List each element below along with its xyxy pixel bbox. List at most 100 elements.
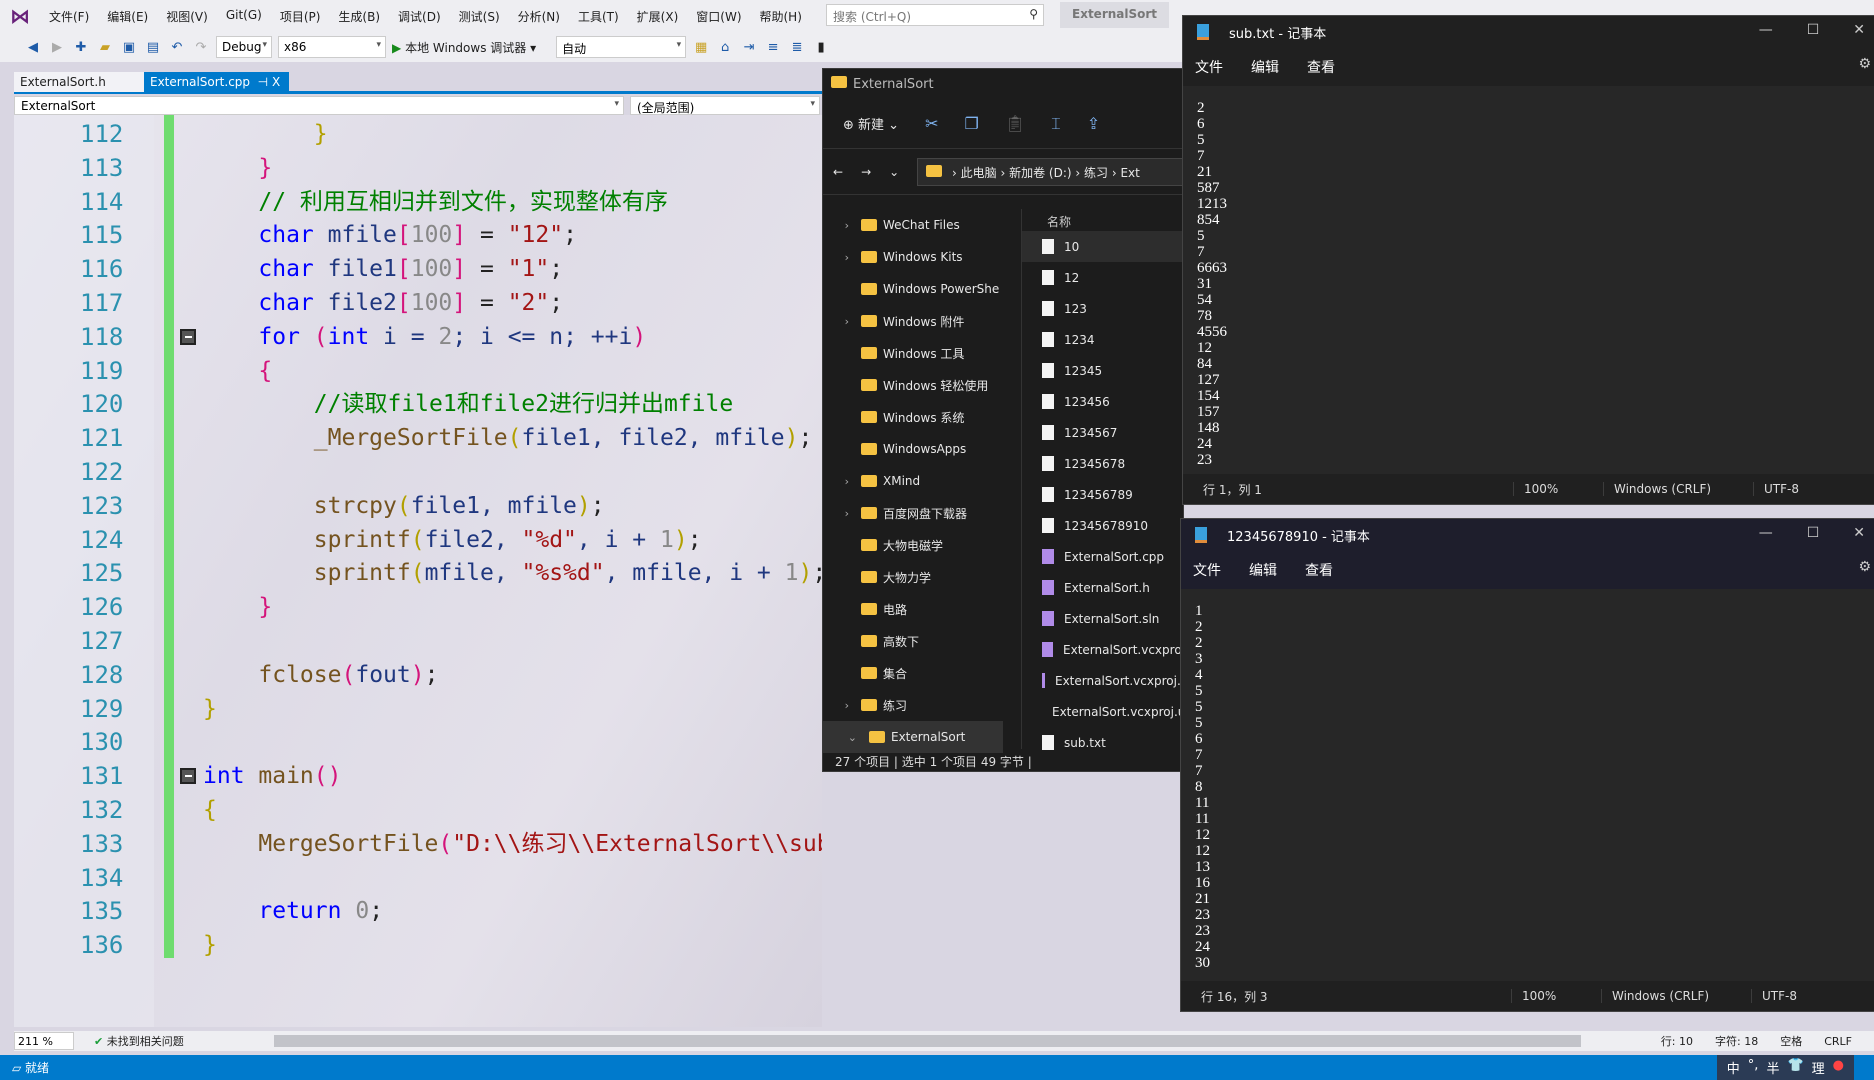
menu-item[interactable]: 工具(T) (569, 8, 628, 25)
menu-item[interactable]: 项目(P) (271, 8, 330, 25)
file-row[interactable]: ExternalSort.cpp (1022, 541, 1183, 572)
menu-edit[interactable]: 编辑 (1251, 57, 1279, 77)
menu-item[interactable]: 调试(D) (389, 8, 450, 25)
file-row[interactable]: 123456789 (1022, 479, 1183, 510)
menu-view[interactable]: 查看 (1305, 560, 1333, 580)
ime-width[interactable]: 半 (1766, 1058, 1779, 1077)
file-row[interactable]: ExternalSort.vcxproj.u (1022, 696, 1183, 727)
file-row[interactable]: 12345 (1022, 355, 1183, 386)
tree-item[interactable]: Windows 轻松使用 (823, 369, 1003, 401)
comment-icon[interactable]: ≡ (764, 40, 782, 55)
back-icon[interactable]: ◀ (24, 40, 42, 55)
menu-edit[interactable]: 编辑 (1249, 560, 1277, 580)
file-row[interactable]: 1234 (1022, 324, 1183, 355)
tree-item[interactable]: 大物电磁学 (823, 529, 1003, 561)
menu-item[interactable]: 视图(V) (157, 8, 217, 25)
paste-icon[interactable]: 📋︎ (1005, 114, 1025, 133)
minimize-icon[interactable]: — (1759, 22, 1773, 38)
skin-icon[interactable]: 👕 (1787, 1058, 1803, 1077)
search-input[interactable]: 搜索 (Ctrl+Q) ⚲ (826, 4, 1044, 26)
menu-item[interactable]: 文件(F) (40, 8, 98, 25)
tree-item[interactable]: › Windows Kits (823, 241, 1003, 273)
tree-item[interactable]: › 练习 (823, 689, 1003, 721)
undo-icon[interactable]: ↶ (168, 40, 186, 55)
file-row[interactable]: 10 (1022, 231, 1183, 262)
menu-file[interactable]: 文件 (1193, 560, 1221, 580)
save-all-icon[interactable]: ▤ (144, 40, 162, 55)
collapse-chevron-icon[interactable]: ⌄ (823, 731, 869, 744)
tree-item[interactable]: 集合 (823, 657, 1003, 689)
file-row[interactable]: ExternalSort.sln (1022, 603, 1183, 634)
tree-item[interactable]: 大物力学 (823, 561, 1003, 593)
issues-indicator[interactable]: ✔ 未找到相关问题 (94, 1033, 264, 1049)
menu-item[interactable]: 编辑(E) (98, 8, 157, 25)
new-item-icon[interactable]: ✚ (72, 40, 90, 55)
whitespace-indicator[interactable]: 空格 (1780, 1033, 1802, 1049)
text-area[interactable]: 1 2 2 3 4 5 5 5 6 7 7 8 11 11 12 12 13 1… (1181, 589, 1874, 973)
settings-gear-icon[interactable]: ⚙ (1858, 559, 1871, 575)
zoom-select[interactable]: 211 % (14, 1032, 74, 1050)
menu-item[interactable]: Git(G) (217, 8, 271, 25)
crumb[interactable]: 练习 (1084, 166, 1108, 180)
open-icon[interactable]: ▰ (96, 40, 114, 55)
expand-chevron-icon[interactable]: › (823, 219, 861, 232)
expand-chevron-icon[interactable]: › (823, 699, 861, 712)
tree-item[interactable]: Windows 系统 (823, 401, 1003, 433)
close-icon[interactable]: ✕ (1853, 22, 1865, 38)
tree-item[interactable]: Windows PowerShe (823, 273, 1003, 305)
file-row[interactable]: 123 (1022, 293, 1183, 324)
close-icon[interactable]: ✕ (1853, 525, 1865, 541)
collapse-toggle-icon[interactable] (180, 328, 196, 345)
ime-lang[interactable]: 中 (1727, 1058, 1740, 1077)
minimize-icon[interactable]: — (1759, 525, 1773, 541)
tree-item[interactable]: 高数下 (823, 625, 1003, 657)
menu-item[interactable]: 分析(N) (509, 8, 569, 25)
menu-item[interactable]: 扩展(X) (628, 8, 688, 25)
column-header-name[interactable]: 名称 (1022, 209, 1183, 231)
address-bar[interactable]: › 此电脑 › 新加卷 (D:) › 练习 › Ext (917, 157, 1183, 186)
copy-icon[interactable]: ❐ (964, 114, 978, 133)
member-select[interactable]: (全局范围) (630, 96, 820, 115)
tree-item[interactable]: › WeChat Files (823, 209, 1003, 241)
crumb[interactable]: Ext (1120, 166, 1139, 180)
file-row[interactable]: 123456 (1022, 386, 1183, 417)
tab-externalsort-cpp[interactable]: ExternalSort.cpp ⊣ X (144, 72, 289, 92)
close-tab-icon[interactable]: X (272, 75, 280, 89)
menu-item[interactable]: 生成(B) (329, 8, 389, 25)
tree-item[interactable]: › 百度网盘下载器 (823, 497, 1003, 529)
eol-indicator[interactable]: CRLF (1824, 1035, 1852, 1048)
file-row[interactable]: ExternalSort.vcxproj.f (1022, 665, 1183, 696)
tree-item[interactable]: › XMind (823, 465, 1003, 497)
file-row[interactable]: ExternalSort.vcxproj (1022, 634, 1183, 665)
text-area[interactable]: 2 6 5 7 21 587 1213 854 5 7 6663 31 54 7… (1183, 86, 1874, 466)
step-icon[interactable]: ⇥ (740, 40, 758, 55)
file-row[interactable]: 12 (1022, 262, 1183, 293)
recent-chevron-icon[interactable]: ⌄ (889, 165, 899, 179)
back-arrow-icon[interactable]: ← (833, 165, 843, 179)
notification-icon[interactable]: ● (1833, 1058, 1844, 1077)
ime-tray[interactable]: 中 °, 半 👕 理 ● (1716, 1055, 1854, 1080)
bookmark-icon[interactable]: ▮ (812, 40, 830, 55)
scope-select[interactable]: ExternalSort (14, 96, 624, 115)
config-select[interactable]: Debug (216, 36, 272, 58)
maximize-icon[interactable]: ☐ (1807, 22, 1820, 38)
collapse-toggle-icon[interactable] (180, 768, 196, 785)
platform-select[interactable]: x86 (278, 36, 386, 58)
forward-icon[interactable]: ▶ (48, 40, 66, 55)
start-debugger-button[interactable]: ▶ 本地 Windows 调试器 ▾ (392, 39, 536, 56)
cut-icon[interactable]: ✂ (925, 114, 938, 133)
find-in-files-icon[interactable]: ▦ (692, 40, 710, 55)
file-row[interactable]: 12345678910 (1022, 510, 1183, 541)
rename-icon[interactable]: ⌶ (1051, 114, 1061, 134)
save-icon[interactable]: ▣ (120, 40, 138, 55)
tree-item[interactable]: WindowsApps (823, 433, 1003, 465)
tab-externalsort-h[interactable]: ExternalSort.h (14, 72, 144, 92)
redo-icon[interactable]: ↷ (192, 40, 210, 55)
code-editor[interactable]: 112 } 113 } 114 // 利用互相归并到文件，实现整体有序 115 cha… (14, 115, 822, 1027)
ime-punct[interactable]: °, (1748, 1058, 1759, 1077)
home-icon[interactable]: ⌂ (716, 40, 734, 55)
auto-select[interactable]: 自动 (556, 36, 687, 58)
expand-chevron-icon[interactable]: › (823, 251, 861, 264)
uncomment-icon[interactable]: ≣ (788, 40, 806, 55)
share-icon[interactable]: ⇪ (1087, 114, 1100, 133)
